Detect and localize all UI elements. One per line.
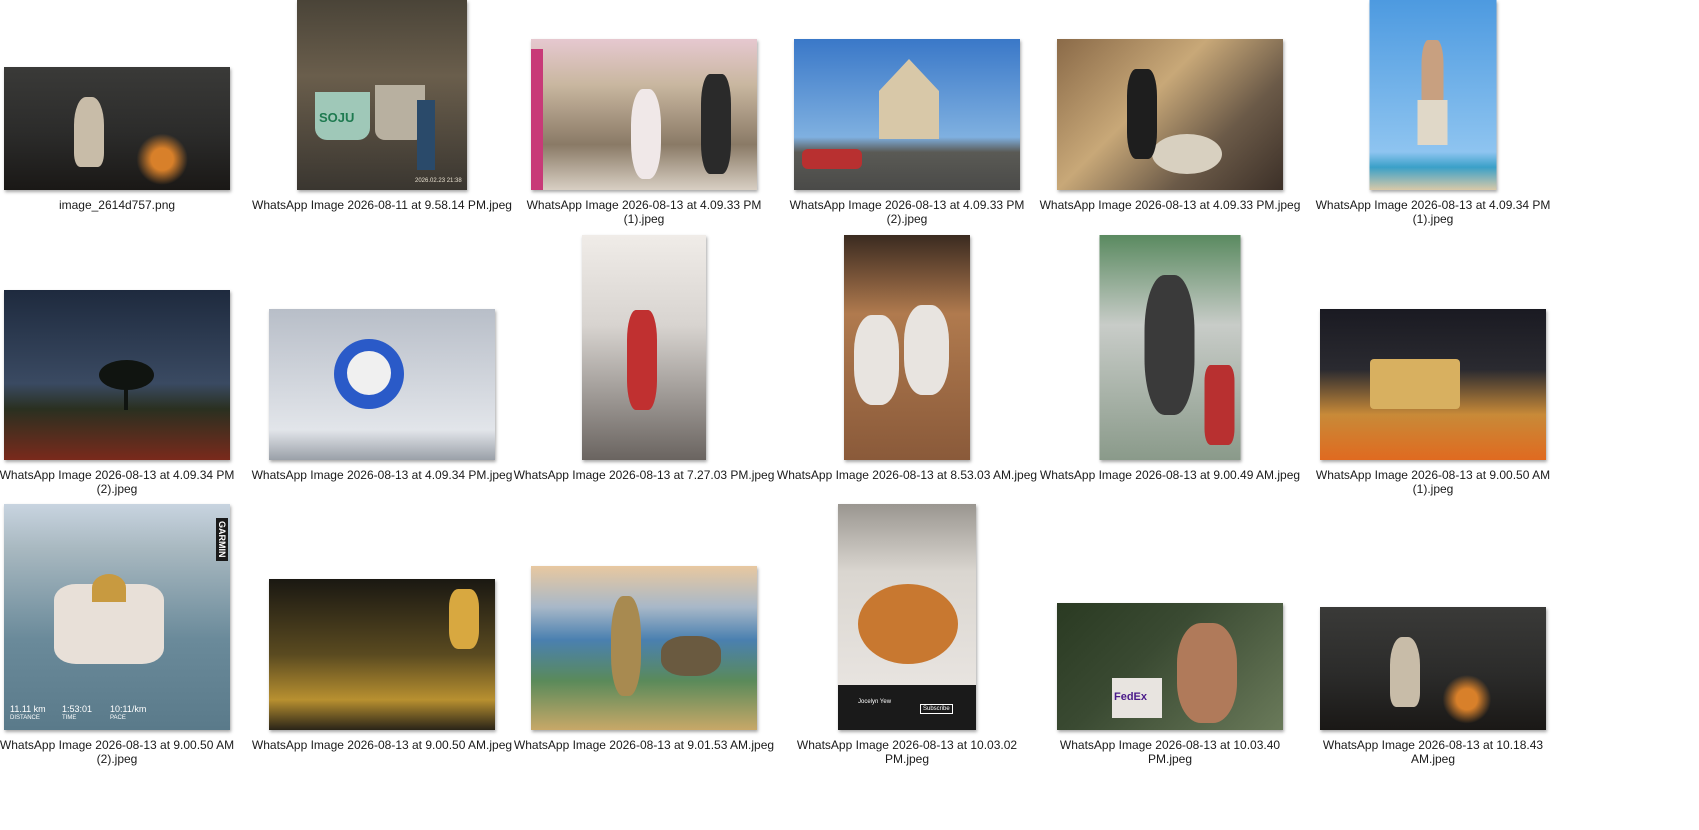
- subscribe-button: Subscribe: [920, 704, 953, 714]
- file-item[interactable]: Jocelyn Yew Subscribe WhatsApp Image 202…: [776, 504, 1038, 766]
- building-sky-icon: [794, 39, 1020, 190]
- file-name: WhatsApp Image 2026-08-13 at 9.00.50 AM …: [0, 738, 235, 766]
- file-name: WhatsApp Image 2026-08-13 at 9.00.49 AM.…: [1039, 468, 1301, 482]
- mosque-aerial-icon: GARMIN 11.11 km DISTANCE 1:53:01 TIME 10…: [4, 504, 230, 730]
- forest-man-icon: FedEx: [1057, 603, 1283, 730]
- pace-label: PACE: [110, 715, 126, 721]
- file-item[interactable]: WhatsApp Image 2026-08-13 at 9.00.50 AM …: [1302, 270, 1564, 496]
- garmin-brand: GARMIN: [216, 518, 228, 561]
- file-name: WhatsApp Image 2026-08-13 at 9.01.53 AM.…: [513, 738, 775, 752]
- video-user: Jocelyn Yew: [858, 699, 892, 705]
- file-name: WhatsApp Image 2026-08-13 at 10.03.40 PM…: [1059, 738, 1281, 766]
- file-item[interactable]: GARMIN 11.11 km DISTANCE 1:53:01 TIME 10…: [0, 504, 248, 766]
- balloon-sky-icon: [269, 309, 495, 460]
- file-name: WhatsApp Image 2026-08-11 at 9.58.14 PM.…: [252, 198, 512, 212]
- file-name: WhatsApp Image 2026-08-13 at 10.03.02 PM…: [796, 738, 1018, 766]
- soju-table-icon: SOJU 2026.02.23 21:38: [297, 0, 467, 190]
- noodles-video-icon: Jocelyn Yew Subscribe: [838, 504, 976, 730]
- beach-acrobat-icon: [1369, 0, 1497, 190]
- file-name: WhatsApp Image 2026-08-13 at 4.09.33 PM.…: [1039, 198, 1301, 212]
- file-item[interactable]: WhatsApp Image 2026-08-13 at 9.00.49 AM.…: [1039, 235, 1301, 482]
- parade-night-icon: [269, 579, 495, 730]
- file-name: WhatsApp Image 2026-08-13 at 4.09.34 PM.…: [251, 468, 513, 482]
- file-name: WhatsApp Image 2026-08-13 at 4.09.33 PM …: [789, 198, 1025, 226]
- time-label: TIME: [62, 715, 77, 721]
- woman-fire-icon: [4, 67, 230, 190]
- file-item[interactable]: SOJU 2026.02.23 21:38 WhatsApp Image 202…: [251, 0, 513, 212]
- stage-performer-icon: [582, 235, 706, 460]
- file-item[interactable]: WhatsApp Image 2026-08-13 at 8.53.03 AM.…: [776, 235, 1038, 482]
- file-item[interactable]: WhatsApp Image 2026-08-13 at 4.09.34 PM.…: [251, 270, 513, 482]
- file-item[interactable]: FedEx WhatsApp Image 2026-08-13 at 10.03…: [1039, 540, 1301, 766]
- file-item[interactable]: image_2614d757.png: [0, 0, 248, 212]
- file-item[interactable]: WhatsApp Image 2026-08-13 at 9.00.50 AM.…: [251, 540, 513, 752]
- market-food-icon: [1057, 39, 1283, 190]
- fedex-logo: FedEx: [1114, 691, 1148, 703]
- file-name: WhatsApp Image 2026-08-13 at 4.09.34 PM …: [1315, 198, 1551, 226]
- fuel-pump-icon: [1099, 235, 1241, 460]
- time-value: 1:53:01: [62, 704, 93, 714]
- distance-label: DISTANCE: [10, 715, 40, 721]
- file-name: WhatsApp Image 2026-08-13 at 4.09.33 PM …: [526, 198, 762, 226]
- file-item[interactable]: WhatsApp Image 2026-08-13 at 7.27.03 PM.…: [513, 235, 775, 482]
- file-item[interactable]: WhatsApp Image 2026-08-13 at 4.09.33 PM …: [776, 0, 1038, 226]
- soju-logo: SOJU: [319, 110, 355, 125]
- star-trails-icon: [4, 290, 230, 460]
- pace-value: 10:11/km: [110, 704, 147, 714]
- file-item[interactable]: WhatsApp Image 2026-08-13 at 4.09.33 PM …: [513, 0, 775, 226]
- file-name: WhatsApp Image 2026-08-13 at 8.53.03 AM.…: [776, 468, 1038, 482]
- file-item[interactable]: WhatsApp Image 2026-08-13 at 4.09.34 PM …: [1302, 0, 1564, 226]
- file-item[interactable]: WhatsApp Image 2026-08-13 at 4.09.34 PM …: [0, 270, 248, 496]
- dinosaurs-icon: [531, 566, 757, 730]
- two-women-icon: [844, 235, 970, 460]
- file-name: WhatsApp Image 2026-08-13 at 9.00.50 AM …: [1315, 468, 1551, 496]
- file-item[interactable]: WhatsApp Image 2026-08-13 at 4.09.33 PM.…: [1039, 0, 1301, 212]
- street-market-icon: [531, 39, 757, 190]
- file-item[interactable]: WhatsApp Image 2026-08-13 at 10.18.43 AM…: [1302, 540, 1564, 766]
- timestamp-overlay: 2026.02.23 21:38: [415, 178, 462, 184]
- woman-fire-icon: [1320, 607, 1546, 730]
- file-name: WhatsApp Image 2026-08-13 at 9.00.50 AM.…: [251, 738, 513, 752]
- file-name: WhatsApp Image 2026-08-13 at 10.18.43 AM…: [1322, 738, 1544, 766]
- file-name: WhatsApp Image 2026-08-13 at 7.27.03 PM.…: [513, 468, 775, 482]
- file-item[interactable]: WhatsApp Image 2026-08-13 at 9.01.53 AM.…: [513, 540, 775, 752]
- file-name: WhatsApp Image 2026-08-13 at 4.09.34 PM …: [0, 468, 235, 496]
- night-festival-icon: [1320, 309, 1546, 460]
- file-grid: image_2614d757.png SOJU 2026.02.23 21:38…: [0, 0, 1699, 830]
- distance-value: 11.11 km: [10, 704, 46, 714]
- file-name: image_2614d757.png: [58, 198, 176, 212]
